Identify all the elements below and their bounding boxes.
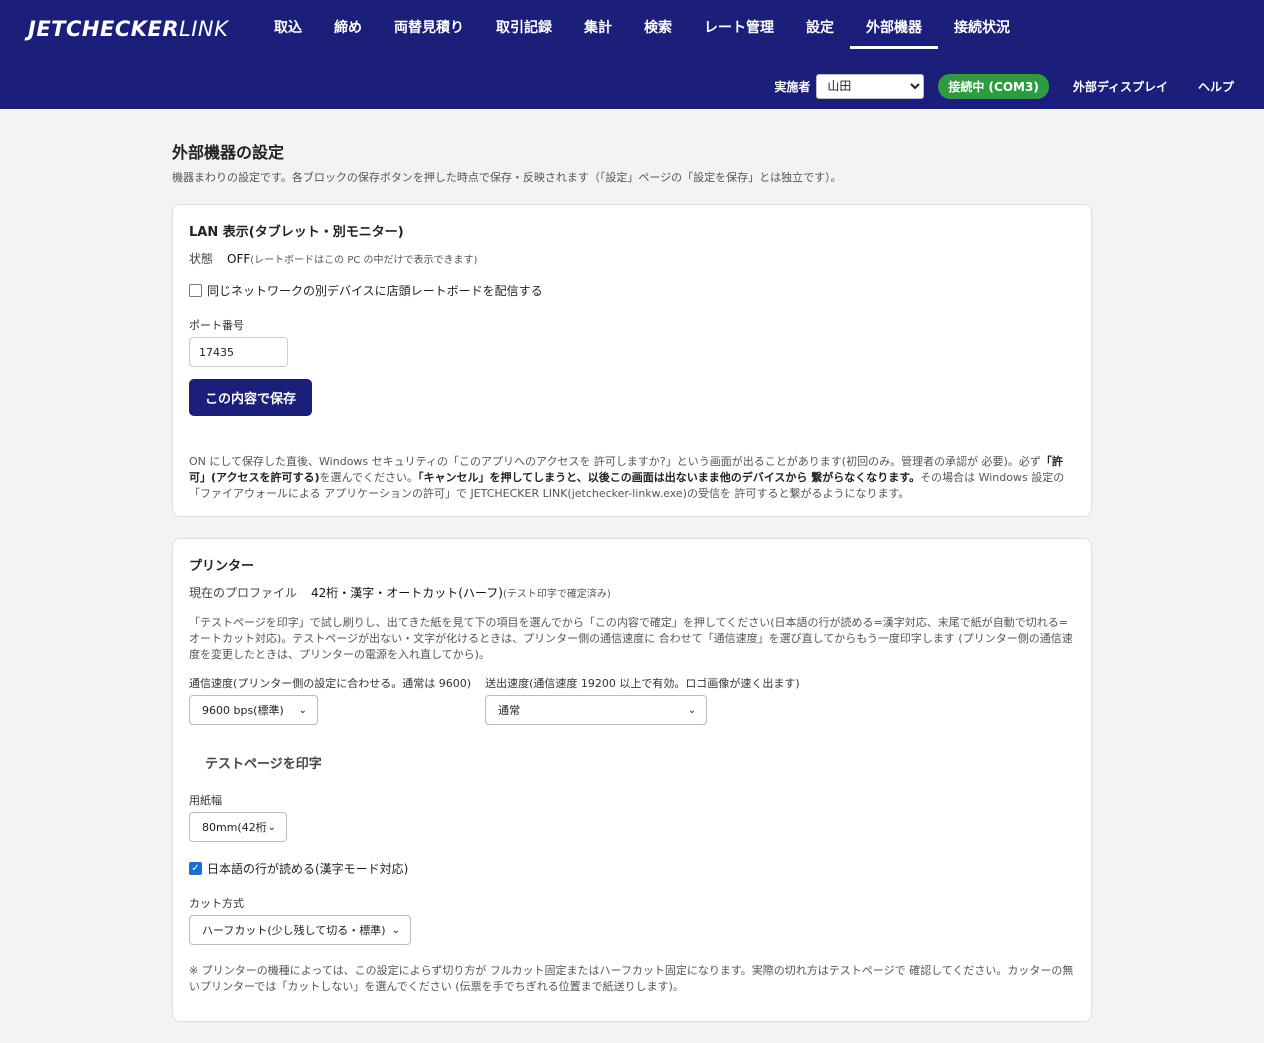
printer-description: 「テストページを印字」で試し刷りし、出てきた紙を見て下の項目を選んでから「この内… xyxy=(189,616,1073,661)
main-content: 外部機器の設定 機器まわりの設定です。各ブロックの保存ボタンを押した時点で保存・… xyxy=(172,139,1092,1043)
baud-label: 通信速度(プリンター側の設定に合わせる。通常は 9600) xyxy=(189,677,472,690)
kanji-checkbox[interactable]: ✓ xyxy=(189,862,202,875)
nav-item-9[interactable]: 接続状況 xyxy=(938,0,1026,50)
kanji-label: 日本語の行が読める(漢字モード対応) xyxy=(207,862,409,876)
page-description: 機器まわりの設定です。各ブロックの保存ボタンを押した時点で保存・反映されます（「… xyxy=(172,171,842,184)
nav-item-2[interactable]: 両替見積り xyxy=(378,0,480,50)
printer-footnote: ※ プリンターの機種によっては、この設定によらず切り方が フルカット固定またはハ… xyxy=(189,964,1074,993)
printer-card: プリンター 現在のプロファイル 42桁・漢字・オートカット(ハーフ)(テスト印字で… xyxy=(172,538,1092,1022)
port-input[interactable]: 17435 xyxy=(189,337,288,367)
lan-broadcast-label: 同じネットワークの別デバイスに店頭レートボードを配信する xyxy=(207,284,543,298)
nav-item-1[interactable]: 締め xyxy=(318,0,378,50)
paper-width-label: 用紙幅 xyxy=(189,794,222,807)
test-print-button[interactable]: テストページを印字 xyxy=(189,739,338,786)
nav-item-4[interactable]: 集計 xyxy=(568,0,628,50)
printer-profile: 現在のプロファイル 42桁・漢字・オートカット(ハーフ)(テスト印字で確定済み) xyxy=(189,584,1075,601)
baud-select[interactable]: 9600 bps(標準) ⌄ xyxy=(189,695,318,725)
profile-value: 42桁・漢字・オートカット(ハーフ) xyxy=(311,586,503,600)
main-nav: 取込 締め 両替見積り 取引記録 集計 検索 レート管理 設定 外部機器 接続状況 xyxy=(258,0,1026,50)
nav-item-3[interactable]: 取引記録 xyxy=(480,0,568,50)
chevron-down-icon: ⌄ xyxy=(687,704,697,716)
chevron-down-icon: ⌄ xyxy=(267,821,276,833)
connection-status-badge[interactable]: 接続中 (COM3) xyxy=(938,73,1049,99)
send-speed-select[interactable]: 通常 ⌄ xyxy=(485,695,708,725)
nav-item-8[interactable]: 外部機器 xyxy=(850,0,938,50)
lan-broadcast-checkbox-row[interactable]: 同じネットワークの別デバイスに店頭レートボードを配信する xyxy=(189,282,1075,299)
nav-item-6[interactable]: レート管理 xyxy=(688,0,790,50)
printer-card-title: プリンター xyxy=(189,559,255,574)
lan-save-button[interactable]: この内容で保存 xyxy=(189,379,313,416)
nav-item-7[interactable]: 設定 xyxy=(790,0,850,50)
kanji-checkbox-row[interactable]: ✓ 日本語の行が読める(漢字モード対応) xyxy=(189,860,1075,877)
send-speed-label: 送出速度(通信速度 19200 以上で有効。ロゴ画像が速く出ます) xyxy=(485,677,800,690)
lan-note: ON にして保存した直後、Windows セキュリティの「このアプリへのアクセス… xyxy=(189,455,1065,500)
chevron-down-icon: ⌄ xyxy=(298,704,307,716)
lan-status: 状態 OFF(レートボードはこの PC の中だけで表示できます) xyxy=(189,250,1075,267)
sub-header: 実施者 山田 接続中 (COM3) 外部ディスプレイ ヘルプ xyxy=(774,72,1264,100)
status-value: OFF xyxy=(227,252,251,266)
port-label: ポート番号 xyxy=(189,319,244,332)
app-logo[interactable]: JETCHECKERLINK xyxy=(28,17,228,41)
nav-item-0[interactable]: 取込 xyxy=(258,0,318,50)
status-key: 状態 xyxy=(189,252,214,266)
page-title: 外部機器の設定 xyxy=(172,143,285,162)
paper-width-select[interactable]: 80mm(42桁 ⌄ xyxy=(189,812,287,842)
profile-key: 現在のプロファイル xyxy=(189,586,298,600)
lan-card-title: LAN 表示(タブレット・別モニター) xyxy=(189,225,404,240)
external-display-link[interactable]: 外部ディスプレイ xyxy=(1073,78,1168,95)
printer-speed-row: 通信速度(プリンター側の設定に合わせる。通常は 9600) 9600 bps(標… xyxy=(189,675,1075,725)
lan-card: LAN 表示(タブレット・別モニター) 状態 OFF(レートボードはこの PC の… xyxy=(172,204,1092,517)
lan-broadcast-checkbox[interactable] xyxy=(189,284,202,297)
help-link[interactable]: ヘルプ xyxy=(1198,78,1234,95)
profile-note: (テスト印字で確定済み) xyxy=(502,589,611,600)
nav-item-5[interactable]: 検索 xyxy=(628,0,688,50)
status-note: (レートボードはこの PC の中だけで表示できます) xyxy=(250,255,478,266)
operator-label: 実施者 xyxy=(774,79,811,94)
top-header: JETCHECKERLINK 取込 締め 両替見積り 取引記録 集計 検索 レート管理 設定外… xyxy=(0,0,1264,109)
cut-method-select[interactable]: ハーフカット(少し残して切る・標準) ⌄ xyxy=(189,915,411,945)
chevron-down-icon: ⌄ xyxy=(391,924,400,936)
operator-select[interactable]: 山田 xyxy=(816,73,925,99)
cut-method-label: カット方式 xyxy=(189,897,244,910)
